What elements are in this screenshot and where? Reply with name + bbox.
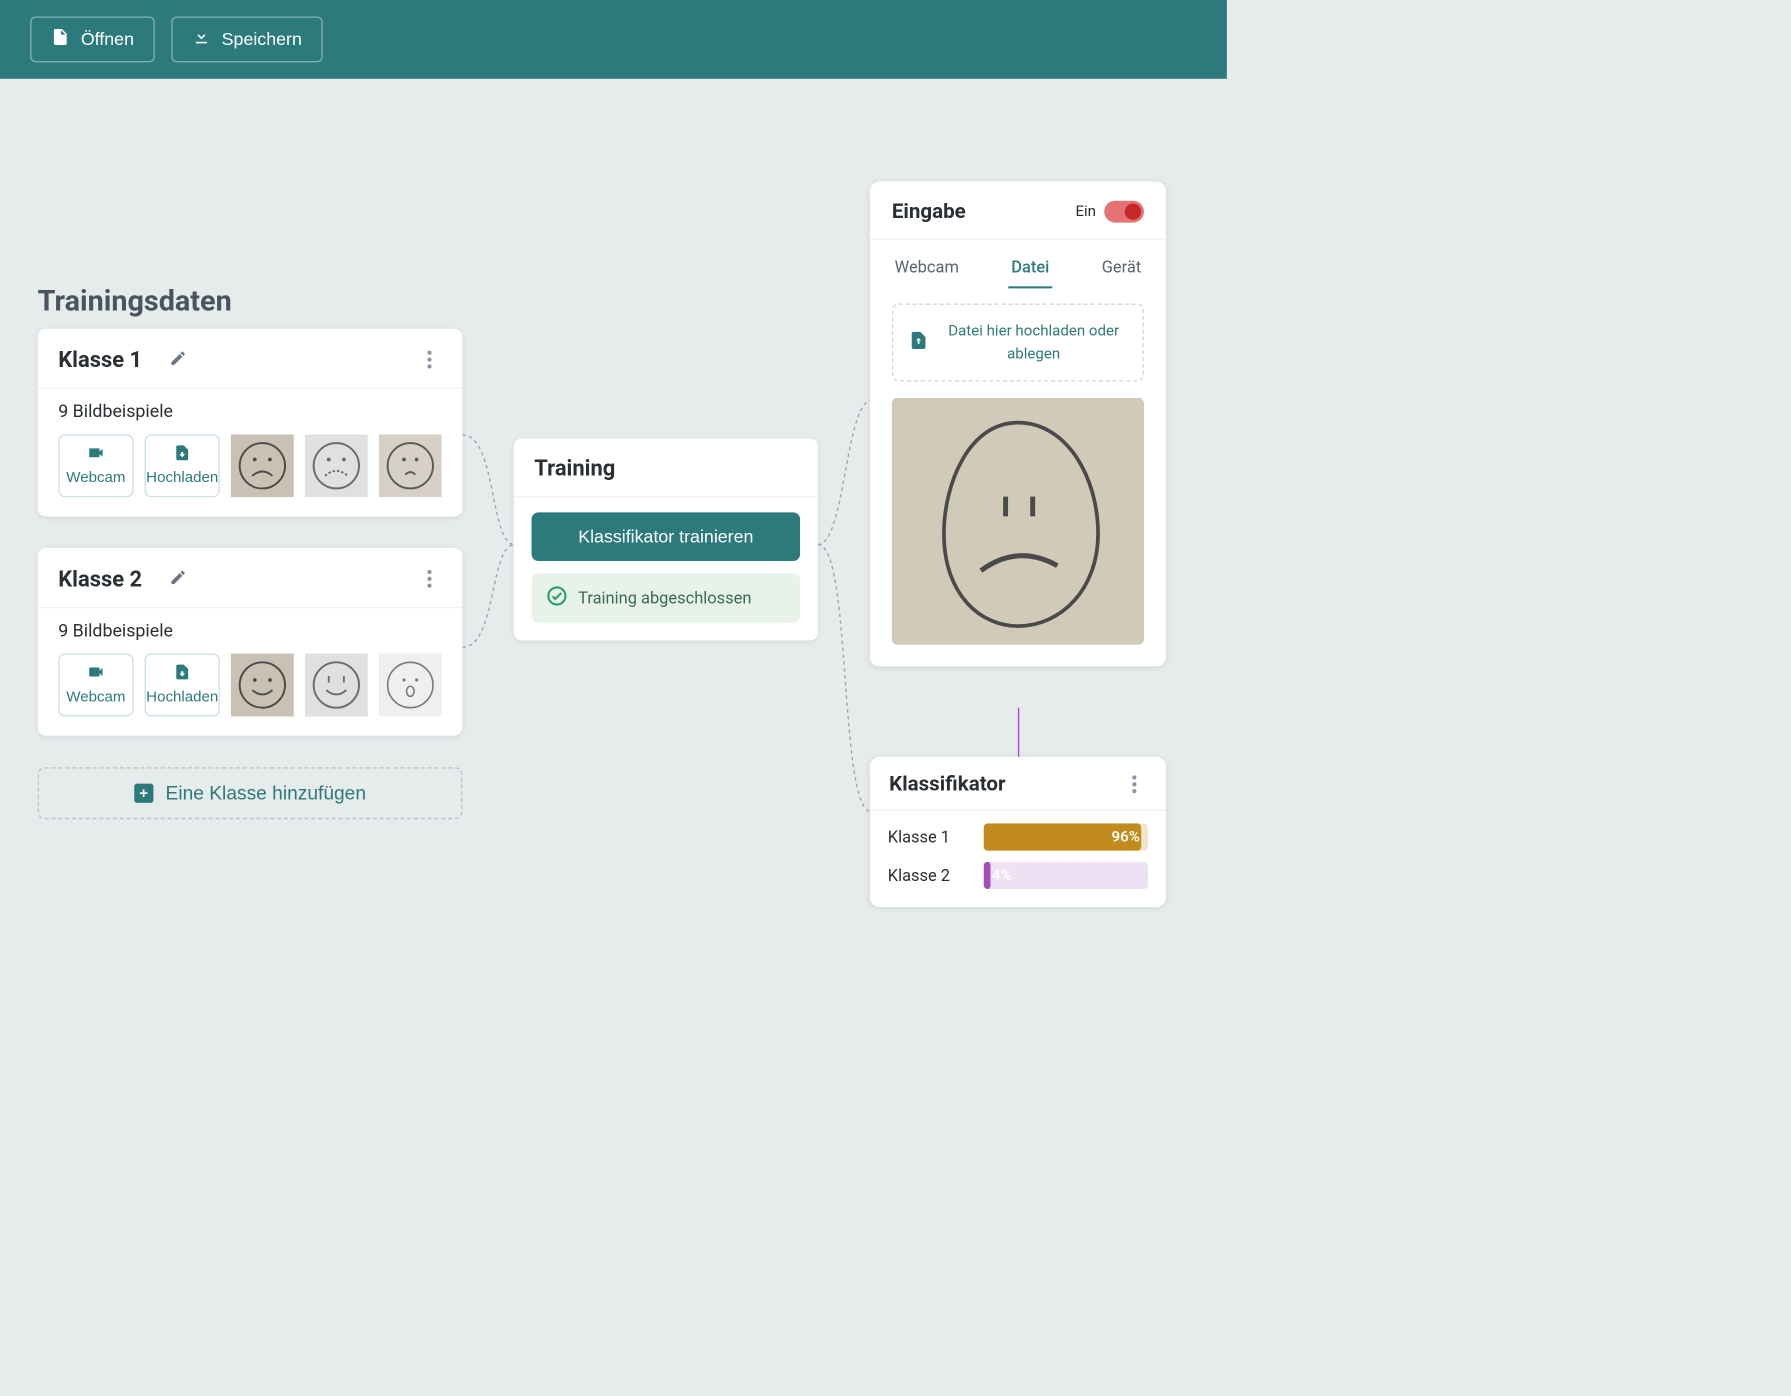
connector-input-to-classifier	[1018, 708, 1019, 757]
probability-bar-text: 4%	[992, 867, 1012, 884]
classifier-row-name: Klasse 2	[888, 866, 970, 885]
train-classifier-button[interactable]: Klassifikator trainieren	[532, 512, 801, 561]
webcam-button[interactable]: Webcam	[58, 434, 133, 497]
webcam-button[interactable]: Webcam	[58, 653, 133, 716]
file-upload-icon	[908, 330, 929, 355]
training-status-text: Training abgeschlossen	[578, 588, 751, 607]
sample-thumbnail[interactable]	[305, 434, 368, 497]
input-preview	[892, 398, 1144, 645]
class-card-body: 9 Bildbeispiele Webcam Hochladen	[38, 389, 463, 516]
sample-thumbnail[interactable]	[231, 434, 294, 497]
classifier-row-name: Klasse 1	[888, 827, 970, 846]
training-title: Training	[514, 438, 818, 497]
example-count: 9 Bildbeispiele	[58, 401, 442, 422]
file-dropzone[interactable]: Datei hier hochladen oder ablegen	[892, 303, 1144, 381]
webcam-icon	[87, 444, 105, 466]
check-circle-icon	[547, 586, 568, 611]
classifier-row: Klasse 1 96%	[888, 823, 1148, 850]
class-card-body: 9 Bildbeispiele Webcam Hochladen	[38, 608, 463, 735]
class-card-header: Klasse 2	[38, 548, 463, 608]
sample-thumbnail[interactable]	[231, 653, 294, 716]
sample-thumbnail[interactable]	[305, 653, 368, 716]
upload-button-label: Hochladen	[146, 469, 218, 487]
kebab-menu-icon[interactable]	[1122, 775, 1147, 793]
input-tabs: Webcam Datei Gerät	[870, 252, 1166, 288]
open-button-label: Öffnen	[81, 29, 134, 50]
sample-row: Webcam Hochladen	[58, 653, 442, 716]
upload-button[interactable]: Hochladen	[145, 653, 220, 716]
classifier-row: Klasse 2 4%	[888, 862, 1148, 889]
webcam-icon	[87, 663, 105, 685]
probability-bar-text: 96%	[1111, 829, 1139, 846]
upload-button[interactable]: Hochladen	[145, 434, 220, 497]
probability-bar: 96%	[984, 823, 1148, 850]
probability-bar: 4%	[984, 862, 1148, 889]
upload-icon	[173, 663, 191, 685]
connector-training-to-output	[818, 373, 871, 825]
input-panel: Eingabe Ein Webcam Datei Gerät Datei hie…	[870, 182, 1166, 667]
sample-thumbnail[interactable]	[379, 653, 442, 716]
tab-webcam[interactable]: Webcam	[892, 252, 962, 288]
edit-icon[interactable]	[169, 349, 187, 370]
input-toggle[interactable]	[1104, 200, 1144, 222]
topbar: Öffnen Speichern	[0, 0, 1227, 79]
training-card: Training Klassifikator trainieren Traini…	[514, 438, 818, 640]
class-card-2: Klasse 2 9 Bildbeispiele Webcam Hochlade…	[38, 548, 463, 736]
input-panel-title: Eingabe	[892, 199, 966, 223]
sample-row: Webcam Hochladen	[58, 434, 442, 497]
class-name: Klasse 1	[58, 347, 142, 373]
add-class-button[interactable]: + Eine Klasse hinzufügen	[38, 767, 463, 819]
input-toggle-wrap: Ein	[1075, 200, 1144, 222]
example-count: 9 Bildbeispiele	[58, 621, 442, 642]
classifier-title: Klassifikator	[889, 772, 1005, 796]
kebab-menu-icon[interactable]	[417, 351, 442, 369]
connector-classes-to-training	[462, 401, 514, 675]
upload-icon	[173, 444, 191, 466]
save-button-label: Speichern	[222, 29, 302, 50]
plus-icon: +	[134, 784, 153, 803]
probability-bar-fill	[984, 862, 991, 889]
classifier-header: Klassifikator	[870, 757, 1166, 811]
toggle-label: Ein	[1075, 203, 1096, 220]
open-button[interactable]: Öffnen	[30, 16, 154, 62]
save-button[interactable]: Speichern	[171, 16, 322, 62]
workflow-canvas: Trainingsdaten Klasse 1 9 Bildbeispiele …	[0, 79, 1227, 967]
webcam-button-label: Webcam	[66, 688, 125, 706]
training-status: Training abgeschlossen	[532, 573, 801, 622]
edit-icon[interactable]	[169, 569, 187, 590]
classifier-body: Klasse 1 96% Klasse 2 4%	[870, 811, 1166, 907]
download-icon	[192, 27, 211, 51]
input-panel-header: Eingabe Ein	[870, 182, 1166, 240]
class-name: Klasse 2	[58, 566, 142, 592]
tab-file[interactable]: Datei	[1009, 252, 1053, 288]
class-card-1: Klasse 1 9 Bildbeispiele Webcam Hochlade…	[38, 329, 463, 517]
dropzone-text: Datei hier hochladen oder ablegen	[940, 320, 1128, 365]
kebab-menu-icon[interactable]	[417, 570, 442, 588]
classifier-card: Klassifikator Klasse 1 96% Klasse 2 4%	[870, 757, 1166, 907]
sample-thumbnail[interactable]	[379, 434, 442, 497]
upload-button-label: Hochladen	[146, 688, 218, 706]
webcam-button-label: Webcam	[66, 469, 125, 487]
training-data-title: Trainingsdaten	[38, 284, 232, 318]
add-class-label: Eine Klasse hinzufügen	[166, 782, 366, 804]
tab-device[interactable]: Gerät	[1099, 252, 1144, 288]
class-card-header: Klasse 1	[38, 329, 463, 389]
file-open-icon	[51, 27, 70, 51]
